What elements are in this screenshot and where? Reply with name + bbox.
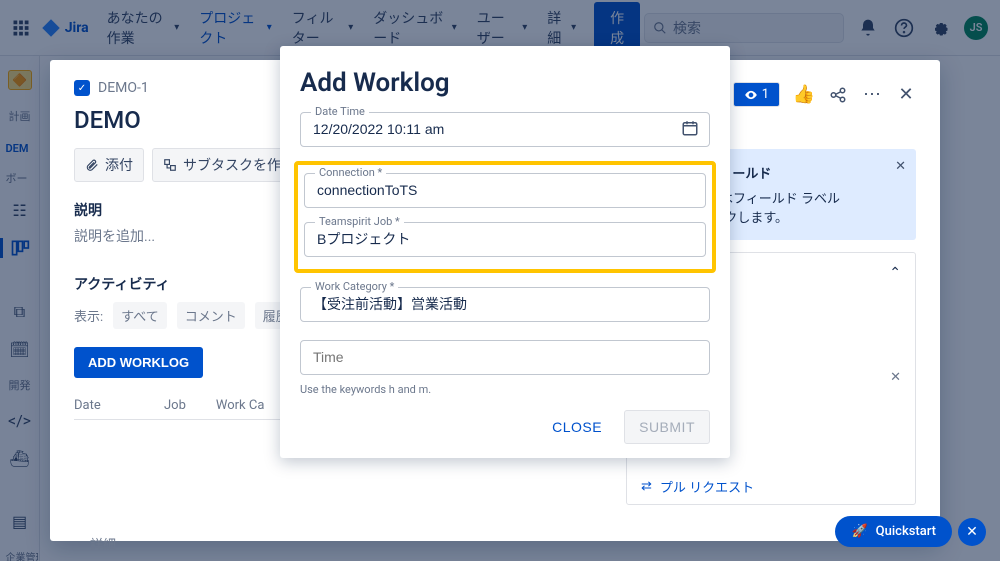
footer-detail-link[interactable]: 詳細: [90, 534, 116, 553]
chevron-up-icon: ⌃: [889, 265, 901, 281]
modal-title: Add Worklog: [300, 68, 710, 98]
attach-button[interactable]: 添付: [74, 148, 144, 182]
datetime-input[interactable]: [313, 121, 697, 137]
highlighted-fields: Connection * Teamspirit Job *: [294, 161, 716, 273]
close-info-icon[interactable]: ✕: [895, 159, 906, 174]
quickstart-button[interactable]: 🚀Quickstart: [835, 516, 952, 547]
paperclip-icon: [85, 158, 99, 172]
datetime-field[interactable]: Date Time: [300, 112, 710, 147]
time-hint: Use the keywords h and m.: [300, 383, 710, 396]
col-job: Job: [164, 398, 186, 413]
col-date[interactable]: Date: [74, 398, 134, 413]
connection-field[interactable]: Connection *: [304, 173, 706, 208]
category-input[interactable]: [313, 296, 697, 312]
category-label: Work Category *: [311, 280, 398, 293]
close-panel-icon[interactable]: ✕: [896, 85, 916, 105]
add-worklog-button[interactable]: ADD WORKLOG: [74, 347, 203, 378]
add-worklog-modal: Add Worklog Date Time Connection * Teams…: [280, 46, 730, 458]
job-input[interactable]: [317, 231, 693, 247]
time-input[interactable]: [313, 349, 697, 365]
col-category: Work Ca: [216, 398, 265, 413]
share-icon[interactable]: [828, 85, 848, 105]
connection-label: Connection *: [315, 166, 386, 179]
teamspirit-job-field[interactable]: Teamspirit Job *: [304, 222, 706, 257]
pr-icon: ⇄: [641, 479, 652, 494]
time-field[interactable]: [300, 340, 710, 375]
tab-comments[interactable]: コメント: [177, 302, 245, 329]
remove-reporter-icon[interactable]: ✕: [890, 370, 901, 385]
quickstart-close-icon[interactable]: ✕: [958, 518, 986, 546]
create-pr-link[interactable]: ⇄プル リクエスト: [627, 469, 915, 504]
subtask-icon: [163, 158, 177, 172]
job-label: Teamspirit Job *: [315, 215, 404, 228]
datetime-label: Date Time: [311, 105, 369, 118]
rocket-icon: 🚀: [851, 524, 867, 539]
tab-all[interactable]: すべて: [113, 302, 167, 329]
show-label: 表示:: [74, 306, 103, 325]
more-icon[interactable]: ⋯: [862, 85, 882, 105]
modal-close-button[interactable]: CLOSE: [538, 410, 616, 444]
calendar-icon[interactable]: [681, 119, 699, 141]
connection-input[interactable]: [317, 182, 693, 198]
modal-submit-button: SUBMIT: [624, 410, 710, 444]
like-icon[interactable]: 👍: [794, 85, 814, 105]
quickstart: 🚀Quickstart ✕: [835, 516, 986, 547]
watchers-button[interactable]: 1: [733, 82, 780, 107]
eye-icon: [744, 88, 758, 102]
work-category-field[interactable]: Work Category *: [300, 287, 710, 322]
issue-type-icon: ✓: [74, 80, 90, 96]
